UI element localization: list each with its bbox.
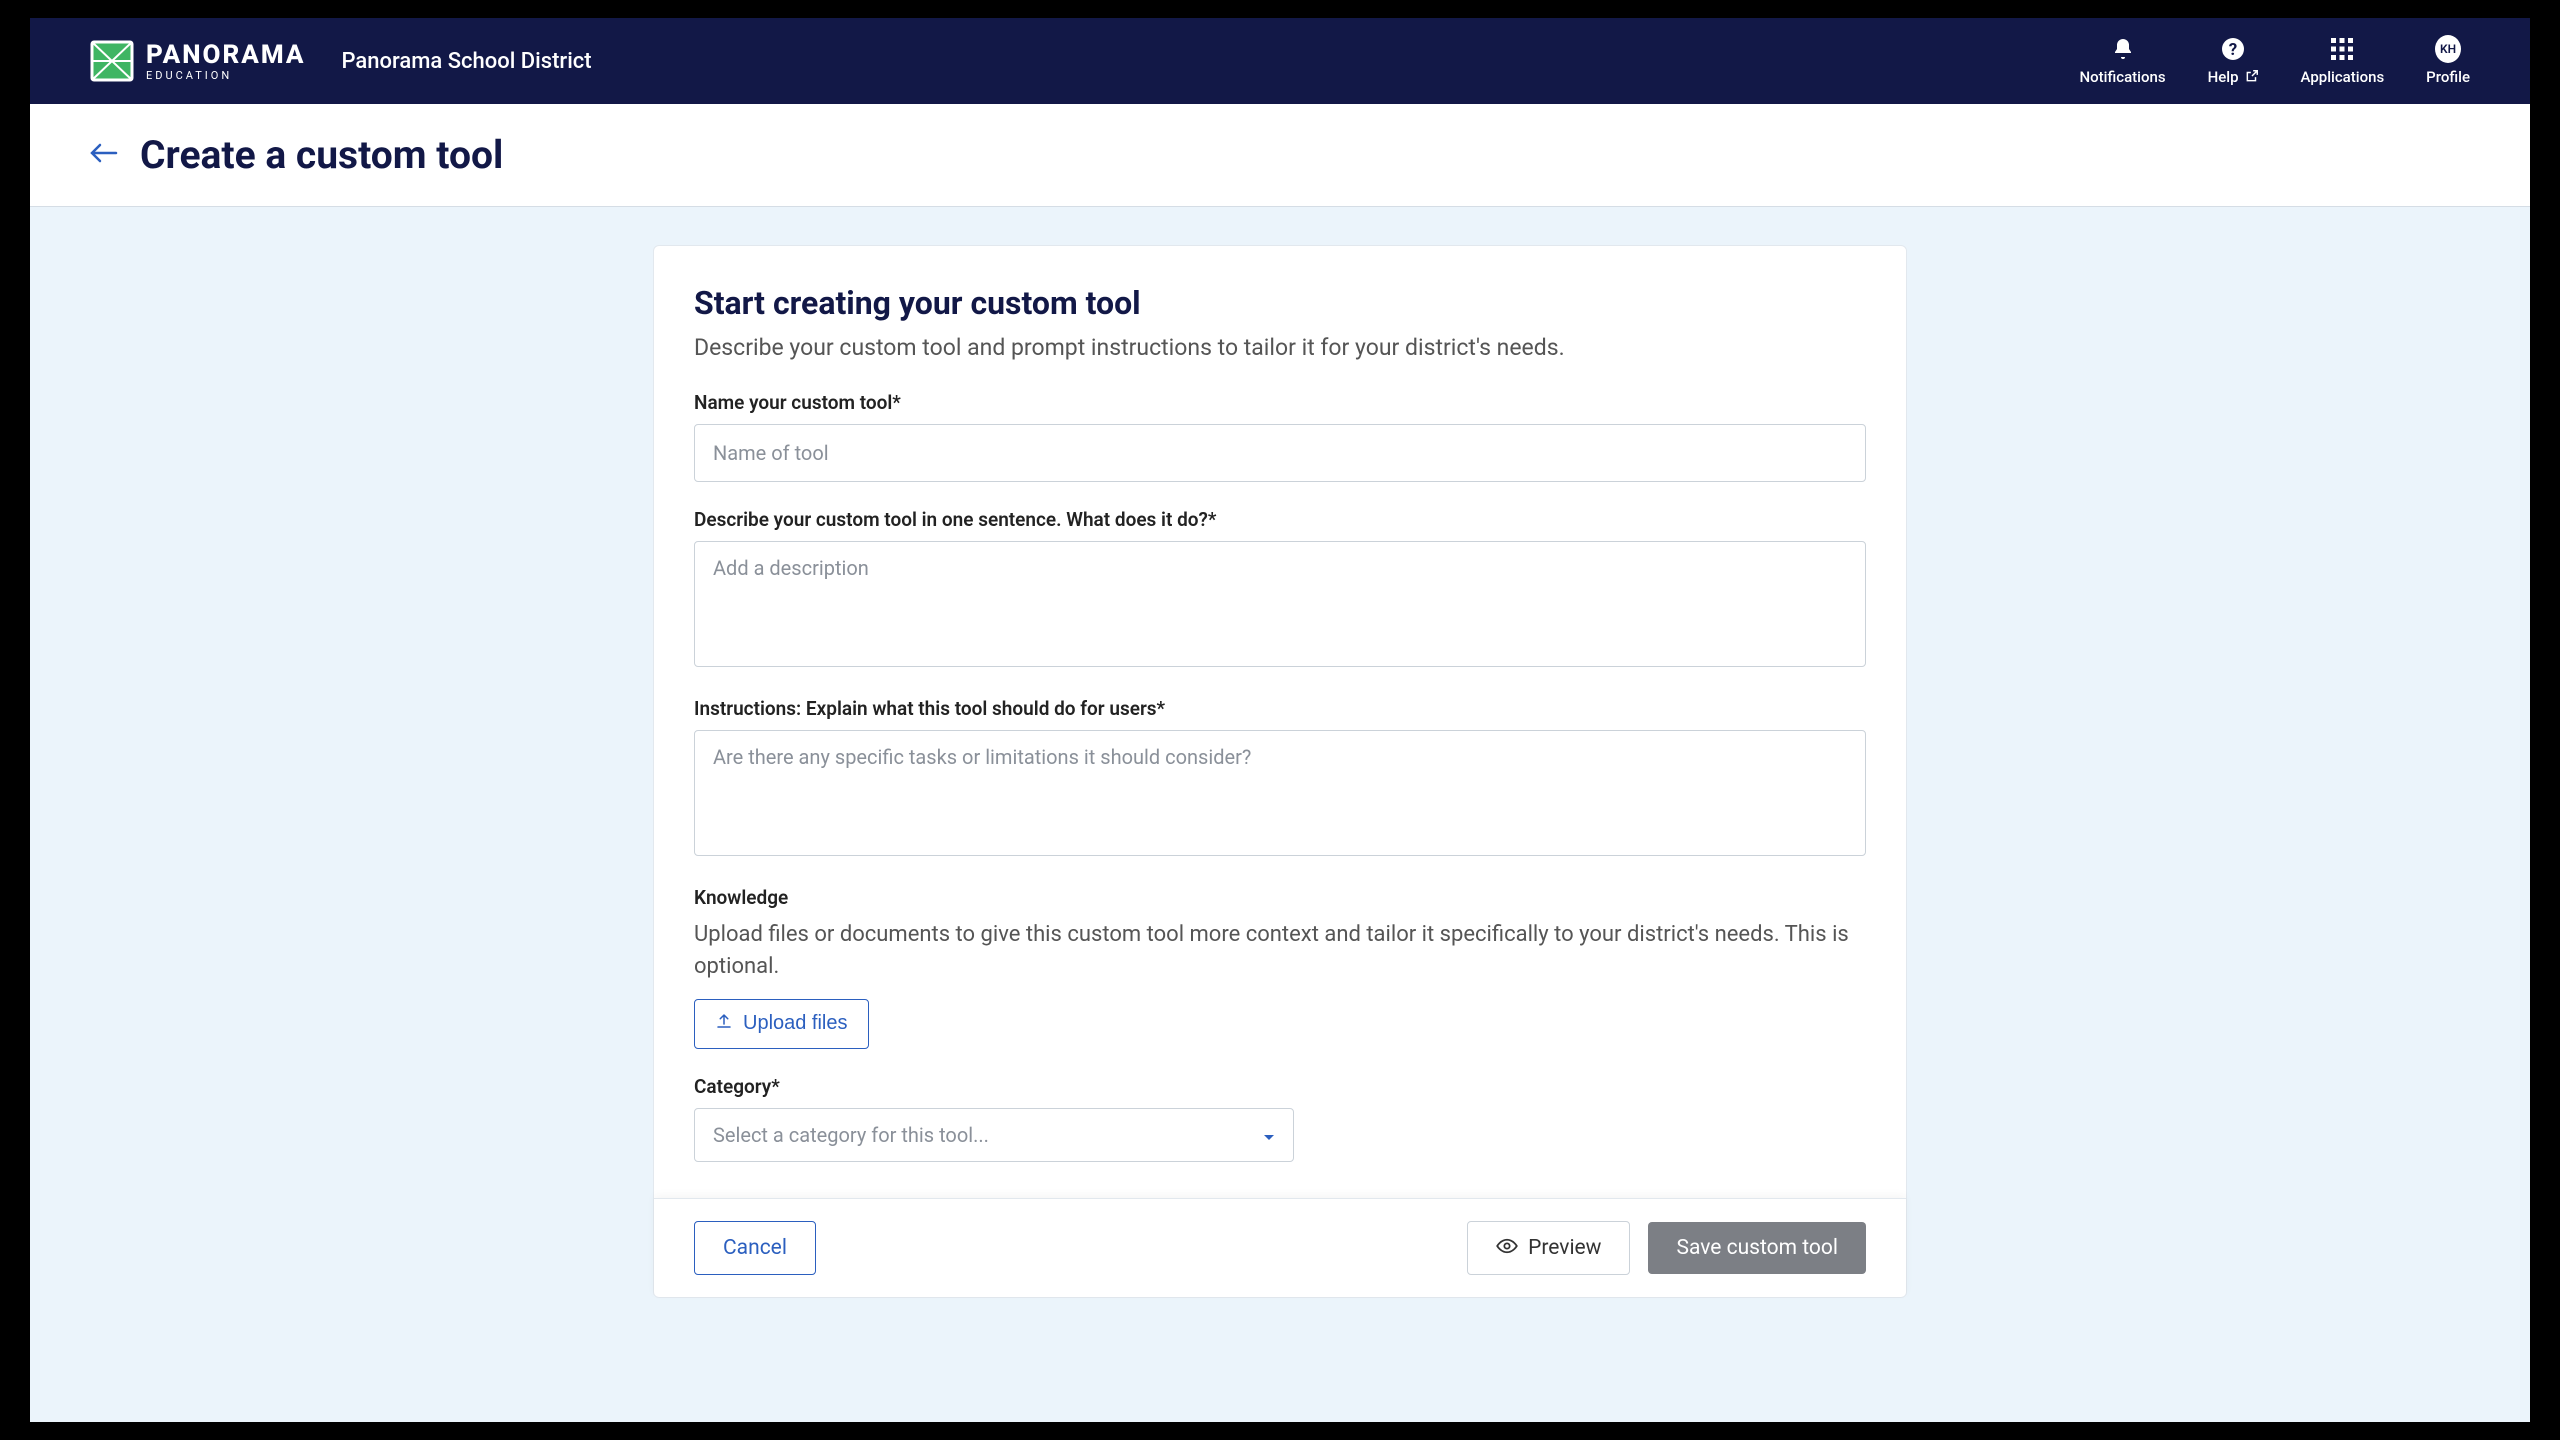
nav-label: Notifications (2080, 68, 2166, 86)
upload-files-button[interactable]: Upload files (694, 999, 869, 1049)
form-subheading: Describe your custom tool and prompt ins… (694, 334, 1866, 361)
description-textarea[interactable] (694, 541, 1866, 667)
upload-label: Upload files (743, 1012, 848, 1035)
knowledge-desc: Upload files or documents to give this c… (694, 919, 1866, 983)
instr-label: Instructions: Explain what this tool sho… (694, 697, 1866, 720)
header: PANORAMA EDUCATION Panorama School Distr… (30, 18, 2530, 104)
avatar-initials: KH (2435, 35, 2461, 63)
header-nav: Notifications ? Help (2080, 36, 2470, 87)
cancel-button[interactable]: Cancel (694, 1221, 816, 1275)
caret-down-icon (1263, 1123, 1275, 1147)
brand-main: PANORAMA (146, 42, 305, 68)
back-arrow-icon[interactable] (90, 140, 118, 170)
eye-icon (1496, 1236, 1518, 1260)
brand-text: PANORAMA EDUCATION (146, 42, 305, 81)
panorama-logo-icon (90, 40, 134, 82)
knowledge-label: Knowledge (694, 886, 1866, 909)
nav-label: Applications (2301, 68, 2385, 86)
field-description: Describe your custom tool in one sentenc… (694, 508, 1866, 671)
name-label: Name your custom tool* (694, 391, 1866, 414)
field-knowledge: Knowledge Upload files or documents to g… (694, 886, 1866, 1049)
apps-grid-icon (2329, 36, 2355, 62)
nav-label: Profile (2426, 68, 2470, 86)
desc-label: Describe your custom tool in one sentenc… (694, 508, 1866, 531)
category-placeholder: Select a category for this tool... (713, 1123, 989, 1147)
nav-notifications[interactable]: Notifications (2080, 36, 2166, 86)
district-name: Panorama School District (341, 49, 591, 74)
form-footer: Cancel Preview Save custom tool (654, 1198, 1906, 1297)
avatar-icon: KH (2435, 36, 2461, 62)
field-instructions: Instructions: Explain what this tool sho… (694, 697, 1866, 860)
category-label: Category* (694, 1075, 1866, 1098)
page-title: Create a custom tool (140, 132, 503, 178)
preview-label: Preview (1528, 1236, 1601, 1260)
form-body: Start creating your custom tool Describe… (654, 246, 1906, 1198)
svg-text:?: ? (2229, 40, 2237, 60)
brand-sub: EDUCATION (146, 70, 305, 81)
field-category: Category* Select a category for this too… (694, 1075, 1866, 1162)
nav-applications[interactable]: Applications (2301, 36, 2385, 86)
brand-logo[interactable]: PANORAMA EDUCATION (90, 40, 305, 82)
upload-icon (715, 1012, 733, 1036)
instructions-textarea[interactable] (694, 730, 1866, 856)
form-card: Start creating your custom tool Describe… (653, 245, 1907, 1298)
nav-profile[interactable]: KH Profile (2426, 36, 2470, 86)
page-title-bar: Create a custom tool (30, 104, 2530, 207)
field-name: Name your custom tool* (694, 391, 1866, 482)
preview-button[interactable]: Preview (1467, 1221, 1630, 1275)
form-heading: Start creating your custom tool (694, 284, 1866, 322)
bell-icon (2110, 36, 2136, 62)
nav-label: Help (2208, 68, 2239, 86)
save-custom-tool-button[interactable]: Save custom tool (1648, 1222, 1866, 1274)
name-input[interactable] (694, 424, 1866, 482)
category-select[interactable]: Select a category for this tool... (694, 1108, 1294, 1162)
help-icon: ? (2220, 36, 2246, 62)
external-link-icon (2245, 68, 2259, 87)
app-frame: PANORAMA EDUCATION Panorama School Distr… (30, 18, 2530, 1422)
content-area: Start creating your custom tool Describe… (30, 207, 2530, 1298)
nav-help[interactable]: ? Help (2208, 36, 2259, 87)
